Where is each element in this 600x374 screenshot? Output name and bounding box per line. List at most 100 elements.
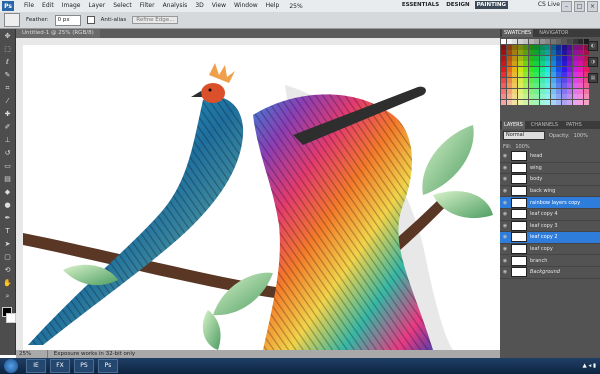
- color-swatch[interactable]: [556, 99, 561, 105]
- color-swatch[interactable]: [512, 39, 517, 44]
- color-swatch[interactable]: [572, 72, 578, 77]
- color-swatch[interactable]: [550, 83, 556, 88]
- color-swatch[interactable]: [556, 50, 561, 55]
- dodge-tool-icon[interactable]: ●: [2, 200, 13, 210]
- color-swatch[interactable]: [512, 99, 517, 105]
- color-swatch[interactable]: [572, 55, 578, 61]
- menu-file[interactable]: File: [20, 0, 38, 12]
- marquee-tool-icon[interactable]: ⬚: [2, 44, 13, 54]
- visibility-eye-icon[interactable]: ◉: [502, 188, 508, 194]
- maximize-icon[interactable]: □: [574, 1, 585, 12]
- color-swatch[interactable]: [556, 72, 561, 77]
- color-swatch[interactable]: [561, 55, 567, 61]
- color-swatch[interactable]: [556, 77, 561, 83]
- document-canvas[interactable]: [23, 45, 500, 350]
- color-swatch[interactable]: [517, 83, 523, 88]
- background-color[interactable]: [6, 313, 16, 323]
- color-swatch[interactable]: [545, 39, 550, 44]
- color-swatch[interactable]: [539, 39, 545, 44]
- color-swatch[interactable]: [561, 83, 567, 88]
- color-swatch[interactable]: [550, 39, 556, 44]
- color-swatch[interactable]: [501, 88, 506, 94]
- color-swatch[interactable]: [523, 94, 528, 99]
- color-swatch[interactable]: [534, 99, 539, 105]
- color-swatch[interactable]: [550, 88, 556, 94]
- color-swatch[interactable]: [539, 66, 545, 72]
- color-swatch[interactable]: [534, 72, 539, 77]
- color-swatch[interactable]: [523, 50, 528, 55]
- color-swatch[interactable]: [545, 55, 550, 61]
- color-swatch[interactable]: [572, 44, 578, 50]
- color-swatch[interactable]: [534, 50, 539, 55]
- color-swatch[interactable]: [539, 61, 545, 66]
- color-swatch[interactable]: [561, 88, 567, 94]
- document-tab[interactable]: Untitled-1 @ 25% (RGB/8): [16, 29, 100, 38]
- visibility-eye-icon[interactable]: ◉: [502, 269, 508, 275]
- color-swatch[interactable]: [512, 61, 517, 66]
- color-swatch[interactable]: [561, 44, 567, 50]
- antialias-checkbox[interactable]: [86, 16, 95, 24]
- color-swatch[interactable]: [578, 61, 583, 66]
- brush-tool-icon[interactable]: ✐: [2, 122, 13, 132]
- fill-value[interactable]: 100%: [515, 144, 529, 150]
- blend-mode-select[interactable]: Normal: [503, 131, 545, 140]
- color-swatch[interactable]: [583, 99, 589, 105]
- color-swatch[interactable]: [506, 44, 512, 50]
- color-swatch[interactable]: [561, 50, 567, 55]
- visibility-eye-icon[interactable]: ◉: [502, 258, 508, 264]
- color-swatch[interactable]: [512, 55, 517, 61]
- color-swatch[interactable]: [539, 99, 545, 105]
- color-swatch[interactable]: [539, 55, 545, 61]
- eyedropper-tool-icon[interactable]: ⁄: [2, 96, 13, 106]
- color-swatch[interactable]: [550, 44, 556, 50]
- color-swatch[interactable]: [534, 61, 539, 66]
- menu-filter[interactable]: Filter: [136, 0, 159, 12]
- color-swatch[interactable]: [545, 94, 550, 99]
- quick-select-tool-icon[interactable]: ✎: [2, 70, 13, 80]
- color-swatch[interactable]: [578, 66, 583, 72]
- color-swatch[interactable]: [506, 50, 512, 55]
- taskbar-app-firefox[interactable]: FX: [50, 359, 70, 373]
- color-swatch[interactable]: [567, 99, 572, 105]
- color-swatch[interactable]: [523, 55, 528, 61]
- color-swatch[interactable]: [512, 94, 517, 99]
- color-swatch[interactable]: [534, 66, 539, 72]
- stamp-tool-icon[interactable]: ⊥: [2, 135, 13, 145]
- color-swatch[interactable]: [572, 39, 578, 44]
- shape-tool-icon[interactable]: ▢: [2, 252, 13, 262]
- color-swatch[interactable]: [572, 88, 578, 94]
- gradient-tool-icon[interactable]: ▤: [2, 174, 13, 184]
- visibility-eye-icon[interactable]: ◉: [502, 200, 508, 206]
- eraser-tool-icon[interactable]: ▭: [2, 161, 13, 171]
- start-button-icon[interactable]: [4, 359, 18, 373]
- color-swatch[interactable]: [517, 44, 523, 50]
- color-swatch[interactable]: [517, 39, 523, 44]
- color-swatch[interactable]: [517, 72, 523, 77]
- color-swatch[interactable]: [523, 61, 528, 66]
- menu-view[interactable]: View: [208, 0, 230, 12]
- color-swatch[interactable]: [512, 77, 517, 83]
- visibility-eye-icon[interactable]: ◉: [502, 246, 508, 252]
- color-swatch[interactable]: [501, 83, 506, 88]
- color-swatch[interactable]: [512, 66, 517, 72]
- color-swatch[interactable]: [567, 88, 572, 94]
- styles-panel-icon[interactable]: ▦: [588, 73, 598, 83]
- color-swatch[interactable]: [578, 72, 583, 77]
- color-swatch[interactable]: [556, 44, 561, 50]
- color-swatch[interactable]: [578, 50, 583, 55]
- color-swatch[interactable]: [528, 72, 534, 77]
- color-swatch[interactable]: [528, 50, 534, 55]
- photoshop-logo[interactable]: Ps: [2, 1, 14, 11]
- visibility-eye-icon[interactable]: ◉: [502, 153, 508, 159]
- color-swatch[interactable]: [528, 88, 534, 94]
- adjustments-panel-icon[interactable]: ◑: [588, 57, 598, 67]
- color-swatch[interactable]: [545, 50, 550, 55]
- status-zoom[interactable]: 25%: [16, 350, 48, 358]
- color-swatch[interactable]: [539, 88, 545, 94]
- color-swatch[interactable]: [545, 66, 550, 72]
- color-swatch[interactable]: [501, 72, 506, 77]
- color-swatch[interactable]: [578, 77, 583, 83]
- menu-edit[interactable]: Edit: [38, 0, 58, 12]
- layer-row[interactable]: ◉ wing: [500, 162, 600, 175]
- history-brush-icon[interactable]: ↺: [2, 148, 13, 158]
